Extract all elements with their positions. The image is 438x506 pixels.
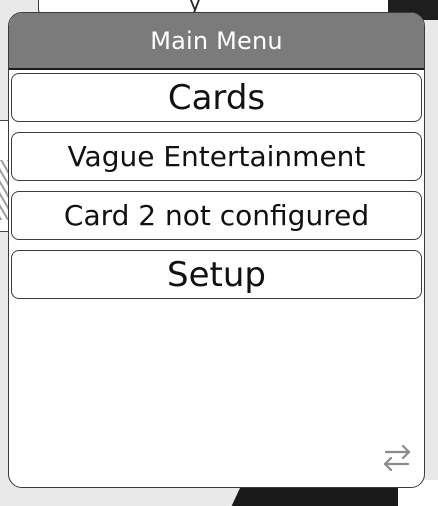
menu-item-vague-entertainment[interactable]: Vague Entertainment bbox=[11, 132, 422, 181]
menu-list: Cards Vague Entertainment Card 2 not con… bbox=[11, 73, 422, 309]
menu-item-cards[interactable]: Cards bbox=[11, 73, 422, 122]
dialog-header: Main Menu bbox=[9, 13, 424, 70]
menu-item-card-2[interactable]: Card 2 not configured bbox=[11, 191, 422, 240]
dialog-title: Main Menu bbox=[150, 26, 283, 55]
main-menu-dialog: Main Menu Cards Vague Entertainment Card… bbox=[8, 12, 425, 488]
menu-item-setup[interactable]: Setup bbox=[11, 250, 422, 299]
swap-arrows-icon[interactable] bbox=[380, 441, 414, 475]
